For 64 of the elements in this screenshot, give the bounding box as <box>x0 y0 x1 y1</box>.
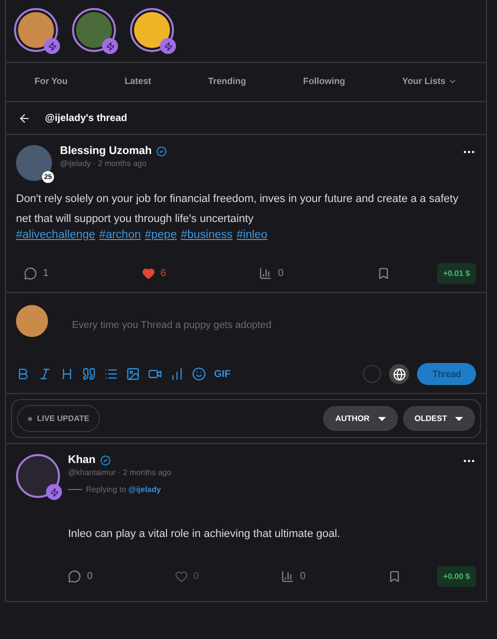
bar-chart-icon <box>281 570 294 583</box>
heart-icon <box>142 267 155 280</box>
globe-icon <box>392 368 406 380</box>
hashtag-link[interactable]: #alivechallenge <box>16 229 96 241</box>
list-button[interactable] <box>104 367 118 381</box>
thread-title: @ijelady's thread <box>45 112 128 124</box>
gif-button[interactable]: GIF <box>214 368 231 380</box>
user-avatar <box>16 305 48 337</box>
progress-ring <box>363 365 382 383</box>
video-button[interactable] <box>148 367 162 381</box>
user-avatar[interactable] <box>16 454 60 498</box>
thread-input[interactable]: Every time you Thread a puppy gets adopted <box>70 319 476 332</box>
feed-tab[interactable]: Trending <box>204 72 250 92</box>
bookmark-button[interactable] <box>388 570 401 583</box>
feed-tab[interactable]: Following <box>299 72 350 92</box>
hashtag-link[interactable]: #archon <box>99 229 141 241</box>
author-name[interactable]: Blessing Uzomah <box>60 145 152 157</box>
author-name[interactable]: Khan <box>68 454 96 466</box>
heart-icon <box>174 570 188 583</box>
post-meta: @ijelady · 2 months ago <box>60 159 148 168</box>
bookmark-icon <box>388 570 401 583</box>
hashtag-link[interactable]: #business <box>180 229 233 241</box>
votes-button[interactable]: 0 <box>259 267 330 280</box>
story-avatar[interactable] <box>130 8 174 52</box>
emoji-button[interactable] <box>192 367 206 381</box>
feed-tab[interactable]: For You <box>30 72 72 92</box>
thread-button[interactable]: Thread <box>417 363 476 385</box>
earnings-badge: +0.00 $ <box>437 566 476 587</box>
reply-text: Inleo can play a vital role in achieving that ultimate goal. <box>68 527 342 542</box>
like-button[interactable]: 6 <box>142 267 212 280</box>
globe-button[interactable] <box>389 364 410 384</box>
comment-button[interactable]: 1 <box>24 267 94 280</box>
earnings-badge: +0.01 $ <box>437 263 476 284</box>
lightning-icon <box>44 38 60 54</box>
live-update-button[interactable]: LIVE UPDATE <box>17 405 100 432</box>
bar-chart-icon <box>259 267 272 280</box>
lightning-icon <box>46 484 62 500</box>
comment-button[interactable]: 0 <box>68 570 138 583</box>
sort-dropdown[interactable]: OLDEST <box>402 406 475 431</box>
story-avatar[interactable] <box>14 8 58 52</box>
heading-button[interactable] <box>60 367 74 381</box>
bookmark-button[interactable] <box>376 267 390 280</box>
feed-tab[interactable]: Your Lists <box>398 72 462 92</box>
comment-icon <box>24 267 37 280</box>
mention-link[interactable]: @ijelady <box>128 485 161 494</box>
lightning-icon <box>102 38 118 54</box>
votes-button[interactable]: 0 <box>281 570 352 583</box>
replying-to-text: Replying to @ijelady <box>86 485 161 494</box>
lightning-icon <box>160 38 176 54</box>
feed-tab[interactable]: Latest <box>120 72 156 92</box>
quote-button[interactable] <box>82 367 96 381</box>
story-avatar[interactable] <box>72 8 116 52</box>
bold-button[interactable] <box>16 367 30 381</box>
hashtag-link[interactable]: #pepe <box>144 229 177 241</box>
chart-button[interactable] <box>170 367 184 381</box>
image-button[interactable] <box>126 367 140 381</box>
comment-icon <box>68 570 81 583</box>
italic-button[interactable] <box>38 367 52 381</box>
hashtag-link[interactable]: #inleo <box>236 229 268 241</box>
back-icon[interactable] <box>18 112 31 124</box>
post-text: Don't rely solely on your job for financial freedom, inves in your future and create a a safety net that will support you through life's uncertainty <box>16 192 460 227</box>
sort-dropdown[interactable]: AUTHOR <box>323 406 398 431</box>
post-meta: @khantaimur · 2 months ago <box>68 468 172 477</box>
bookmark-icon <box>376 267 390 280</box>
